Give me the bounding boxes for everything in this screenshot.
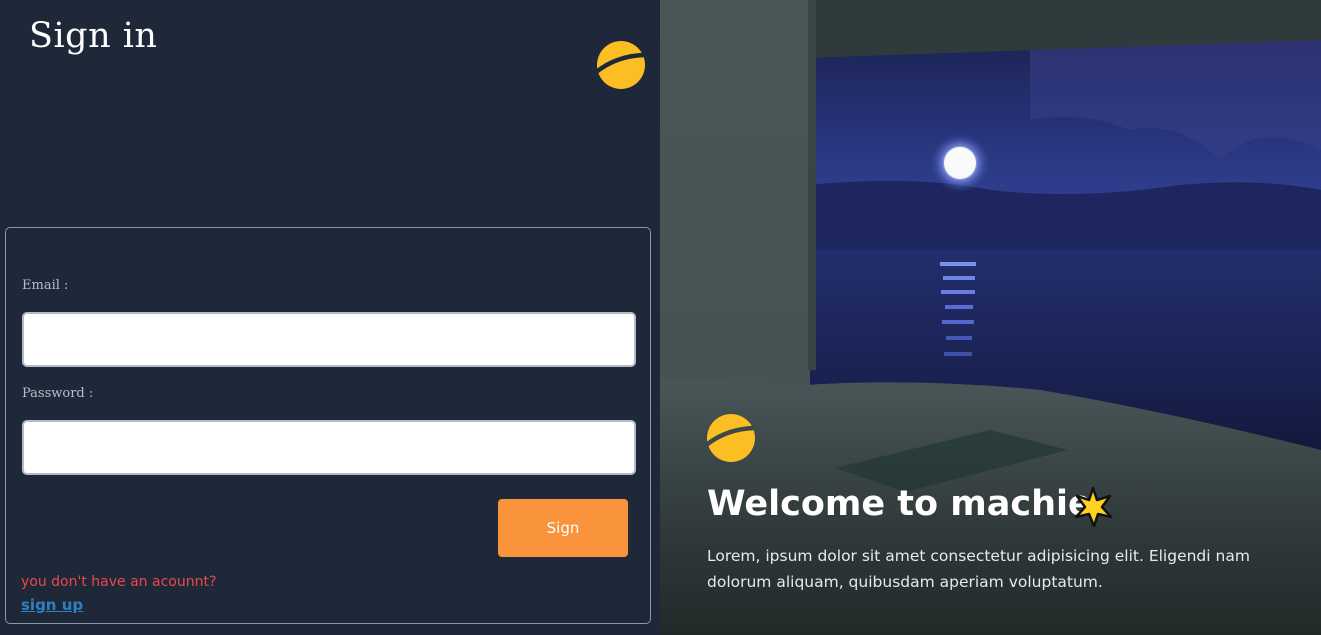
sign-up-link[interactable]: sign up [21,596,83,614]
email-label: Email : [22,278,69,293]
password-label: Password : [22,386,94,401]
half-moon-logo-icon [707,414,755,462]
sign-in-panel: Sign in Email : Password : Sign you don'… [0,0,660,635]
welcome-title: Welcome to machie [707,484,1092,524]
sign-button[interactable]: Sign [498,499,628,557]
email-input[interactable] [22,312,636,367]
no-account-text: you don't have an acounnt? [21,574,217,590]
password-input[interactable] [22,420,636,475]
night-pool-moon-image [660,0,1321,635]
page-title: Sign in [29,16,158,56]
half-moon-logo-icon [597,41,645,89]
welcome-description: Lorem, ipsum dolor sit amet consectetur … [707,547,1250,591]
sign-in-form: Email : Password : Sign you don't have a… [5,227,651,624]
star-icon [1074,486,1113,528]
welcome-panel: Welcome to machie Lorem, ipsum dolor sit… [660,0,1321,635]
